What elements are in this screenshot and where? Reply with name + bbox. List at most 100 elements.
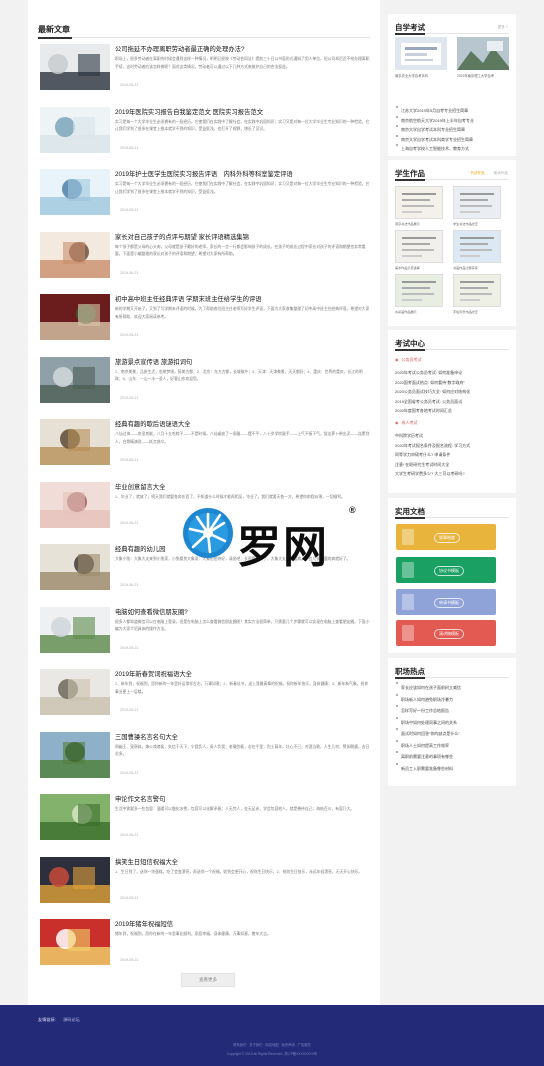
doc-button-speech[interactable]: 演讲稿模板: [396, 620, 496, 646]
registered-mark: ®: [349, 505, 356, 515]
article-thumbnail[interactable]: [40, 919, 110, 965]
works-item[interactable]: 水彩画作品展示: [395, 274, 443, 314]
article-thumbnail[interactable]: [40, 544, 110, 590]
article-item[interactable]: 公司拖延不办理离职劳动者最正确的处理办法? 职场上，很多劳动者在离职的时候会遇到这…: [38, 42, 370, 105]
article-thumbnail[interactable]: [40, 44, 110, 90]
zikao-link[interactable]: 南京大学自学考试本科商学专业招生简章: [395, 134, 510, 145]
article-title[interactable]: 2019年猪年祝福短信: [115, 919, 370, 928]
article-thumbnail[interactable]: [40, 419, 110, 465]
job-link[interactable]: 职场中如何处理同事之间的关系: [395, 716, 510, 729]
article-thumbnail[interactable]: [40, 294, 110, 340]
exam-link[interactable]: 注意! 在职研究生考试时间大全: [395, 460, 510, 470]
article-date: 2019-05-21: [120, 770, 139, 775]
article-title[interactable]: 2019年医院实习报告自我鉴定范文 医院实习报告范文: [115, 107, 370, 116]
works-item[interactable]: 手绘风景作品欣赏: [453, 274, 501, 314]
article-item[interactable]: 经典有趣的歇后语谜语大全 八仙过海——各显其能，八月十五吃粽子——不是时候，八仙桌…: [38, 417, 370, 480]
article-item[interactable]: 三国曹操名言名句大全 周幽王、宠褒姒，烽火戏诸侯，失信于天下；宁我负人，毋人负我；…: [38, 730, 370, 793]
zikao-link[interactable]: 南京航空航天大学2019年上半年自考专业: [395, 115, 510, 126]
article-date: 2019-05-21: [120, 270, 139, 275]
works-item[interactable]: 书画作品比赛获奖: [453, 230, 501, 270]
article-thumbnail[interactable]: [40, 731, 110, 778]
exam-category-adult[interactable]: 成人考试: [395, 420, 418, 426]
zikao-image-item[interactable]: 2019年南京理工大学自考: [457, 37, 509, 78]
article-title[interactable]: 公司拖延不办理离职劳动者最正确的处理办法?: [115, 44, 370, 53]
job-link[interactable]: 新员工入职需要准备哪些材料: [395, 762, 510, 775]
article-title[interactable]: 搞笑生日短信祝福大全: [115, 857, 370, 866]
article-date: 2019-05-21: [120, 645, 139, 650]
works-item[interactable]: 美术作品示范讲解: [395, 230, 443, 270]
article-thumbnail[interactable]: [40, 481, 110, 528]
article-thumbnail[interactable]: [40, 606, 110, 653]
job-link[interactable]: 职场人士如何提高工作效率: [395, 739, 510, 752]
article-title[interactable]: 经典有趣的歇后语谜语大全: [115, 419, 370, 428]
exam-link[interactable]: 2020国考面试热点: 如何看待"数字政府": [395, 378, 510, 388]
student-works-box: 学生作品 书法作品 美术作品 南京书法作品展示 学生书法作品欣赏 美术作品示范讲解 书…: [388, 160, 516, 326]
zikao-more-link[interactable]: 更多 +: [498, 25, 508, 30]
copyright: Copyright © 2019 All Rights Reserved. 苏I…: [226, 1052, 318, 1056]
article-item[interactable]: 初中高中班主任经典评语 学期末班主任给学生的评语 新的学期又开始了，又到了写学期末…: [38, 292, 370, 355]
exam-link[interactable]: 2020年考试报名条件及报名流程: 学习方式: [395, 441, 510, 451]
docs-box: 实用文档 规章制度 协议书模板 申请书模板 演讲稿模板: [388, 498, 516, 653]
article-item[interactable]: 申论作文名言警句 生活中需要多一些包容：温暖可以融化冰雪，包容可以化解矛盾；人无完…: [38, 792, 370, 855]
exam-link[interactable]: 2019全国省考公务员考试: 公务员面试: [395, 397, 510, 407]
works-thumb: [395, 186, 443, 219]
article-title[interactable]: 初中高中班主任经典评语 学期末班主任给学生的评语: [115, 294, 370, 303]
exam-link[interactable]: 中科院学历考试: [395, 431, 510, 441]
load-more-button[interactable]: 查看更多: [181, 973, 235, 987]
article-thumbnail[interactable]: [40, 356, 110, 403]
zikao-link[interactable]: 上海自考学校人工智能技术、教育方式: [395, 144, 510, 154]
works-caption: 南京书法作品展示: [395, 222, 420, 226]
article-thumbnail[interactable]: [40, 794, 110, 840]
luowang-watermark: 罗网 ®: [182, 505, 362, 573]
article-date: 2019-05-21: [120, 708, 139, 712]
article-title[interactable]: 旅游景点宣传语 旅游扣词句: [115, 357, 370, 366]
job-link[interactable]: 怎样写好一份工作总结报告: [395, 705, 510, 717]
exam-link[interactable]: 大学生考研学费多少? 大三可以考研吗?: [395, 469, 510, 479]
article-item[interactable]: 家长对自己孩子的点评与期望 家长评语精选集锦 每个孩子都是父母的心头肉，父母就是孩…: [38, 230, 370, 293]
article-thumbnail[interactable]: [40, 231, 110, 278]
job-link[interactable]: 面试时如何回答"你的缺点是什么": [395, 728, 510, 740]
friend-link[interactable]: 源码论坛: [63, 1017, 80, 1022]
works-item[interactable]: 南京书法作品展示: [395, 186, 443, 226]
article-title[interactable]: 三国曹操名言名句大全: [115, 732, 370, 741]
article-title[interactable]: 2019年护士医学生医院实习报告评语 内科外科等科室鉴定评语: [115, 169, 370, 178]
exams-title: 考试中心: [395, 339, 425, 348]
job-link[interactable]: 职场新人如何避免职场冷暴力: [395, 693, 510, 706]
exam-link[interactable]: 2020年度国考各地考试时间汇总: [395, 406, 510, 416]
doc-button-agreement[interactable]: 协议书模板: [396, 557, 496, 583]
exam-category-civil[interactable]: 公务员考试: [395, 357, 422, 363]
article-title[interactable]: 家长对自己孩子的点评与期望 家长评语精选集锦: [115, 232, 370, 241]
article-item[interactable]: 搞笑生日短信祝福大全 1、生日到了，送你一块蛋糕，吃了会变漂亮，再送你一个祝福，收…: [38, 855, 370, 918]
tab-art[interactable]: 美术作品: [494, 171, 508, 175]
article-item[interactable]: 2019年医院实习报告自我鉴定范文 医院实习报告范文 实习是每一个大学毕业生必须拥…: [38, 105, 370, 168]
zikao-image-item[interactable]: 南京农业大学自考本科: [395, 37, 447, 78]
article-title[interactable]: 2019年新春贺词祝福语大全: [115, 669, 370, 678]
article-thumbnail[interactable]: [40, 856, 110, 903]
article-date: 2019-05-21: [120, 583, 139, 587]
job-link[interactable]: 家长应该如何在孩子面前树立威信: [395, 682, 510, 694]
article-thumbnail[interactable]: [40, 106, 110, 153]
article-item[interactable]: 2019年护士医学生医院实习报告评语 内科外科等科室鉴定评语 实习是每一个大学毕业…: [38, 167, 370, 230]
zikao-title: 自学考试: [395, 23, 425, 32]
article-title[interactable]: 申论作文名言警句: [115, 794, 370, 803]
article-title[interactable]: 毕业创意留言大全: [115, 482, 370, 491]
zikao-link[interactable]: 江苏大学2019年5月自考专业招生简章: [395, 106, 510, 116]
exam-link[interactable]: 2020年考试公务员考试: 如何准备申论: [395, 368, 510, 378]
exam-link[interactable]: 2020公务员面试技巧大全: 如何应对结构化: [395, 387, 510, 397]
job-link[interactable]: 离职前需要注意的事项有哪些: [395, 751, 510, 763]
zikao-link[interactable]: 南京大学自学考试本科专业招生简章: [395, 125, 510, 135]
doc-button-rules[interactable]: 规章制度: [396, 524, 496, 550]
article-thumbnail[interactable]: [40, 169, 110, 215]
article-title[interactable]: 电脑如何查看微信朋友圈?: [115, 607, 370, 616]
tab-calligraphy[interactable]: 书法作品: [470, 171, 484, 175]
works-thumb: [453, 230, 501, 263]
article-item[interactable]: 2019年新春贺词祝福语大全 1、新年到，祝福到，愿你新的一年里好运常伴左右，万事…: [38, 667, 370, 730]
article-item[interactable]: 2019年猪年祝福短信 猪年到，祝福到，愿你在新的一年里事业顺利，家庭幸福，身体健…: [38, 917, 370, 980]
article-item[interactable]: 电脑如何查看微信朋友圈? 很多人都知道微信可以在电脑上登录，但是在电脑上怎么查看微…: [38, 605, 370, 668]
jobs-title: 职场热点: [395, 667, 425, 676]
works-item[interactable]: 学生书法作品欣赏: [453, 186, 501, 226]
exam-link[interactable]: 同等学力申硕考什么? 申请条件: [395, 450, 510, 460]
article-item[interactable]: 旅游景点宣传语 旅游扣词句 1、南京美景，品质生活，金陵梦境，醉美古都；2、北京：…: [38, 355, 370, 418]
doc-button-application[interactable]: 申请书模板: [396, 589, 496, 615]
article-thumbnail[interactable]: [40, 669, 110, 715]
